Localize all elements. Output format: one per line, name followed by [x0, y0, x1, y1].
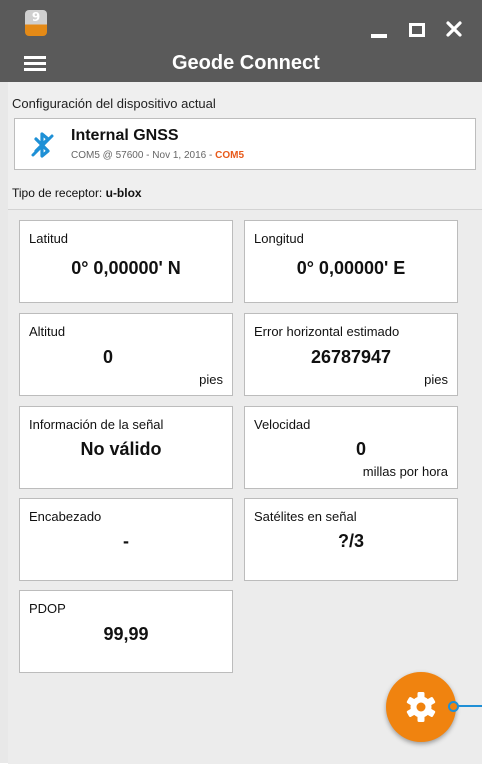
horizontal-error-value: 26787947: [310, 347, 392, 367]
latitude-label: Latitud: [29, 231, 69, 246]
current-device-card[interactable]: Internal GNSS COM5 @ 57600 - Nov 1, 2016…: [14, 118, 476, 170]
latitude-value: 0° 0,00000' N: [71, 258, 181, 278]
heading-value: -: [123, 531, 129, 551]
satellites-card: Satélites en señal ?/3: [244, 498, 458, 581]
speed-label: Velocidad: [254, 417, 311, 432]
horizontal-error-card: Error horizontal estimado 26787947 pies: [244, 313, 458, 396]
app-title: Geode Connect: [172, 52, 320, 74]
settings-button[interactable]: [386, 672, 456, 742]
bluetooth-disconnected-icon: [31, 132, 54, 158]
signal-info-label: Información de la señal: [29, 417, 164, 432]
device-panel: Configuración del dispositivo actual Int…: [8, 82, 482, 209]
device-name: Internal GNSS: [71, 127, 179, 144]
pdop-card: PDOP 99,99: [19, 590, 233, 673]
gear-icon: [406, 692, 436, 722]
altitude-value: 0: [102, 347, 113, 367]
longitude-card: Longitud 0° 0,00000' E: [244, 220, 458, 303]
heading-label: Encabezado: [29, 509, 102, 524]
heading-card: Encabezado -: [19, 498, 233, 581]
maximize-icon[interactable]: [406, 18, 428, 40]
latitude-card: Latitud 0° 0,00000' N: [19, 220, 233, 303]
signal-info-card: Información de la señal No válido: [19, 406, 233, 489]
longitude-label: Longitud: [254, 231, 304, 246]
altitude-label: Altitud: [29, 324, 66, 339]
longitude-value: 0° 0,00000' E: [296, 258, 406, 278]
receiver-value: u-blox: [105, 186, 142, 200]
receiver-type: Tipo de receptor: u-blox: [12, 186, 142, 200]
speed-value: 0: [355, 439, 366, 459]
minimize-icon[interactable]: [368, 18, 390, 40]
speed-unit: millas por hora: [362, 464, 448, 479]
horizontal-error-label: Error horizontal estimado: [254, 324, 400, 339]
signal-info-value: No válido: [80, 439, 162, 459]
pdop-label: PDOP: [29, 601, 66, 616]
left-edge: [0, 82, 8, 763]
device-port: COM5: [215, 150, 245, 161]
geode-app-icon: 9: [25, 10, 47, 36]
altitude-card: Altitud 0 pies: [19, 313, 233, 396]
device-details: COM5 @ 57600 - Nov 1, 2016 - COM5: [71, 150, 245, 161]
close-icon[interactable]: [443, 18, 465, 40]
fab-connector-knob: [448, 701, 459, 712]
title-bar: 9 Geode Connect: [0, 0, 482, 82]
hamburger-icon[interactable]: [24, 56, 46, 72]
satellites-label: Satélites en señal: [254, 509, 357, 524]
speed-card: Velocidad 0 millas por hora: [244, 406, 458, 489]
altitude-unit: pies: [199, 372, 223, 387]
device-section-label: Configuración del dispositivo actual: [12, 96, 216, 111]
satellites-value: ?/3: [337, 531, 364, 551]
horizontal-error-unit: pies: [424, 372, 448, 387]
pdop-value: 99,99: [103, 624, 149, 644]
